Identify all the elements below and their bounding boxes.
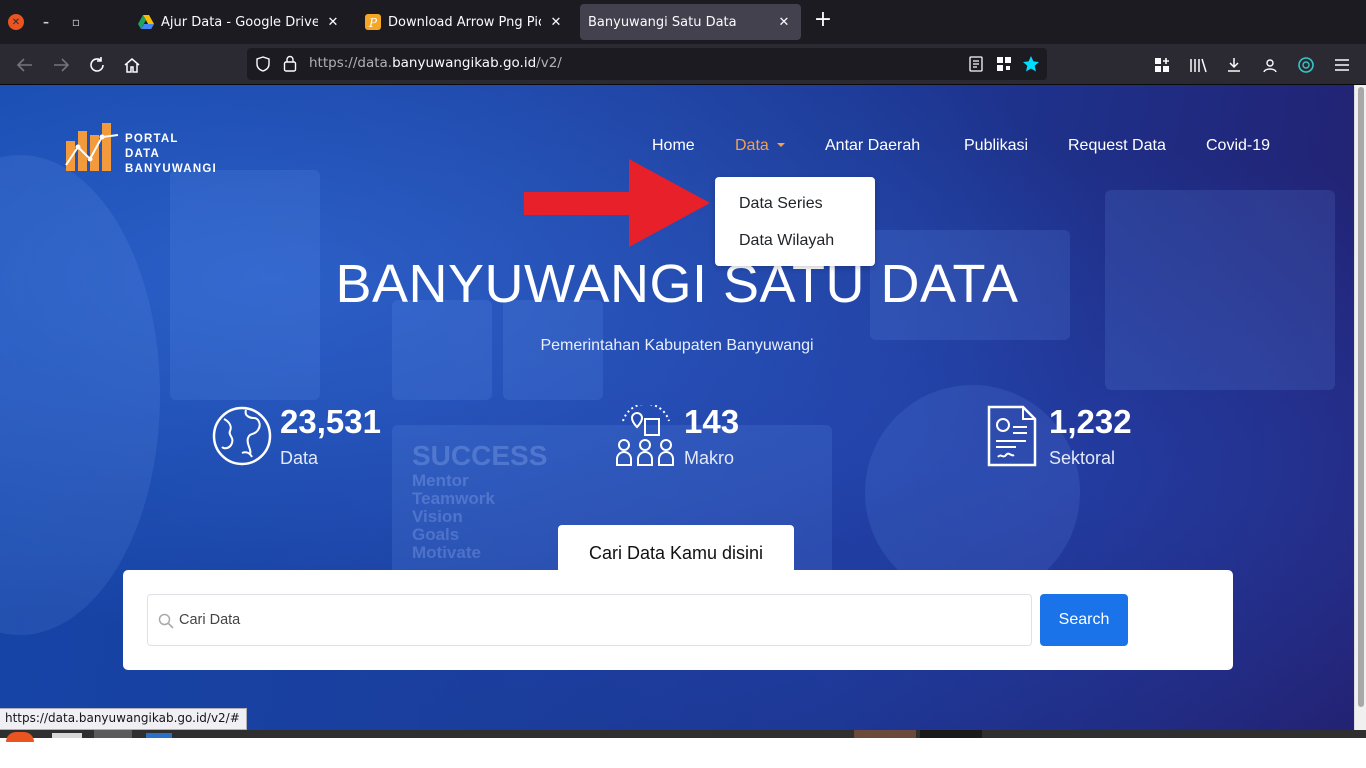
document-icon [987, 405, 1037, 467]
search-input[interactable]: Cari Data [147, 594, 1032, 646]
tab-banyuwangi-satu-data[interactable]: Banyuwangi Satu Data ✕ [580, 4, 801, 40]
stat-label: Makro [684, 448, 735, 468]
nav-home[interactable]: Home [652, 137, 695, 155]
dropdown-item-data-wilayah[interactable]: Data Wilayah [739, 232, 834, 250]
tab-title: Download Arrow Png Pic HQ [388, 14, 541, 30]
portal-logo[interactable]: PORTAL DATA BANYUWANGI [64, 121, 217, 177]
page-scrollbar[interactable] [1354, 85, 1366, 730]
extensions-icon[interactable] [1151, 54, 1173, 76]
people-building-icon [616, 405, 674, 466]
tab-title: Ajur Data - Google Drive [161, 14, 318, 30]
nav-data-dropdown[interactable]: Data [735, 137, 785, 155]
library-icon[interactable] [1187, 54, 1209, 76]
background-word: SUCCESS [412, 440, 548, 471]
stat-value: 1,232 [1049, 403, 1132, 440]
tab-close-icon[interactable]: ✕ [775, 13, 793, 31]
taskbar-app-icon[interactable] [146, 733, 172, 738]
tab-close-icon[interactable]: ✕ [547, 13, 565, 31]
dropdown-item-data-series[interactable]: Data Series [739, 195, 823, 213]
data-dropdown-menu: Data Series Data Wilayah [715, 177, 875, 266]
vpn-globe-icon[interactable] [1295, 54, 1317, 76]
tab-google-drive[interactable]: Ajur Data - Google Drive ✕ [130, 4, 350, 40]
hero-title: BANYUWANGI SATU DATA [335, 254, 1019, 314]
background-word: Goals [412, 525, 460, 544]
search-button[interactable]: Search [1040, 594, 1128, 646]
back-icon[interactable] [14, 54, 36, 76]
logo-text: PORTAL DATA BANYUWANGI [125, 133, 217, 175]
url-text[interactable]: https://data.banyuwangikab.go.id/v2/ [309, 55, 562, 71]
url-bar[interactable]: https://data.banyuwangikab.go.id/v2/ [247, 48, 1047, 80]
pngpic-favicon-icon: P [365, 14, 381, 30]
taskbar-app-icon[interactable] [6, 732, 34, 742]
forward-icon[interactable] [50, 54, 72, 76]
caret-down-icon [776, 143, 785, 147]
os-taskbar [0, 730, 1366, 768]
stat-value: 143 [684, 403, 740, 440]
qr-code-icon[interactable] [996, 56, 1012, 72]
search-icon [158, 613, 174, 629]
stat-label: Data [280, 448, 319, 468]
background-word: Mentor [412, 471, 469, 490]
lock-icon[interactable] [283, 55, 297, 72]
nav-antar-daerah[interactable]: Antar Daerah [825, 137, 920, 155]
google-drive-icon [138, 15, 154, 29]
tab-close-icon[interactable]: ✕ [324, 13, 342, 31]
scrollbar-thumb[interactable] [1358, 87, 1364, 707]
window-minimize-icon[interactable]: – [38, 14, 54, 30]
status-link-preview: https://data.banyuwangikab.go.id/v2/# [0, 708, 247, 730]
background-word: Motivate [412, 543, 481, 562]
reload-icon[interactable] [86, 54, 108, 76]
svg-text:P: P [368, 16, 378, 30]
download-icon[interactable] [1223, 54, 1245, 76]
tab-title: Banyuwangi Satu Data [588, 14, 737, 30]
globe-icon [212, 406, 272, 466]
background-word: Vision [412, 507, 463, 526]
taskbar-app-icon[interactable] [52, 733, 82, 738]
home-icon[interactable] [121, 54, 143, 76]
hero-subtitle: Pemerintahan Kabupaten Banyuwangi [540, 337, 814, 354]
taskbar-window[interactable] [854, 730, 916, 738]
search-placeholder: Cari Data [179, 612, 241, 628]
stat-data: 23,531 Data [212, 403, 412, 473]
taskbar-window[interactable] [920, 730, 982, 738]
stat-value: 23,531 [280, 403, 381, 440]
nav-covid-19[interactable]: Covid-19 [1206, 137, 1270, 155]
background-word: Teamwork [412, 489, 495, 508]
new-tab-button[interactable]: + [812, 9, 834, 32]
taskbar-strip [0, 730, 1366, 738]
web-page: SUCCESS Mentor Teamwork Vision Goals Mot… [0, 85, 1354, 730]
logo-bars-icon [65, 123, 119, 171]
red-arrow-icon [524, 159, 710, 247]
window-maximize-icon[interactable]: ▫ [68, 14, 84, 30]
reader-view-icon[interactable] [969, 56, 983, 72]
navigation-toolbar: https://data.banyuwangikab.go.id/v2/ [0, 44, 1366, 85]
tab-bar: ✕ – ▫ Ajur Data - Google Drive ✕ P Downl… [0, 0, 1366, 44]
stat-makro: 143 Makro [615, 403, 775, 473]
window-controls: ✕ – ▫ [0, 14, 130, 30]
tab-download-arrow[interactable]: P Download Arrow Png Pic HQ ✕ [357, 4, 573, 40]
stat-label: Sektoral [1049, 448, 1116, 468]
background-hand [0, 155, 160, 635]
shield-icon[interactable] [255, 56, 271, 72]
menu-hamburger-icon[interactable] [1331, 54, 1353, 76]
search-tab-label: Cari Data Kamu disini [558, 525, 794, 571]
account-icon[interactable] [1259, 54, 1281, 76]
window-close-icon[interactable]: ✕ [8, 14, 24, 30]
bookmark-star-icon[interactable] [1022, 55, 1040, 73]
stat-sektoral: 1,232 Sektoral [986, 403, 1166, 473]
search-card: Cari Data Search [123, 570, 1233, 670]
taskbar-app-icon[interactable] [94, 730, 132, 738]
nav-request-data[interactable]: Request Data [1068, 137, 1166, 155]
nav-publikasi[interactable]: Publikasi [964, 137, 1028, 155]
